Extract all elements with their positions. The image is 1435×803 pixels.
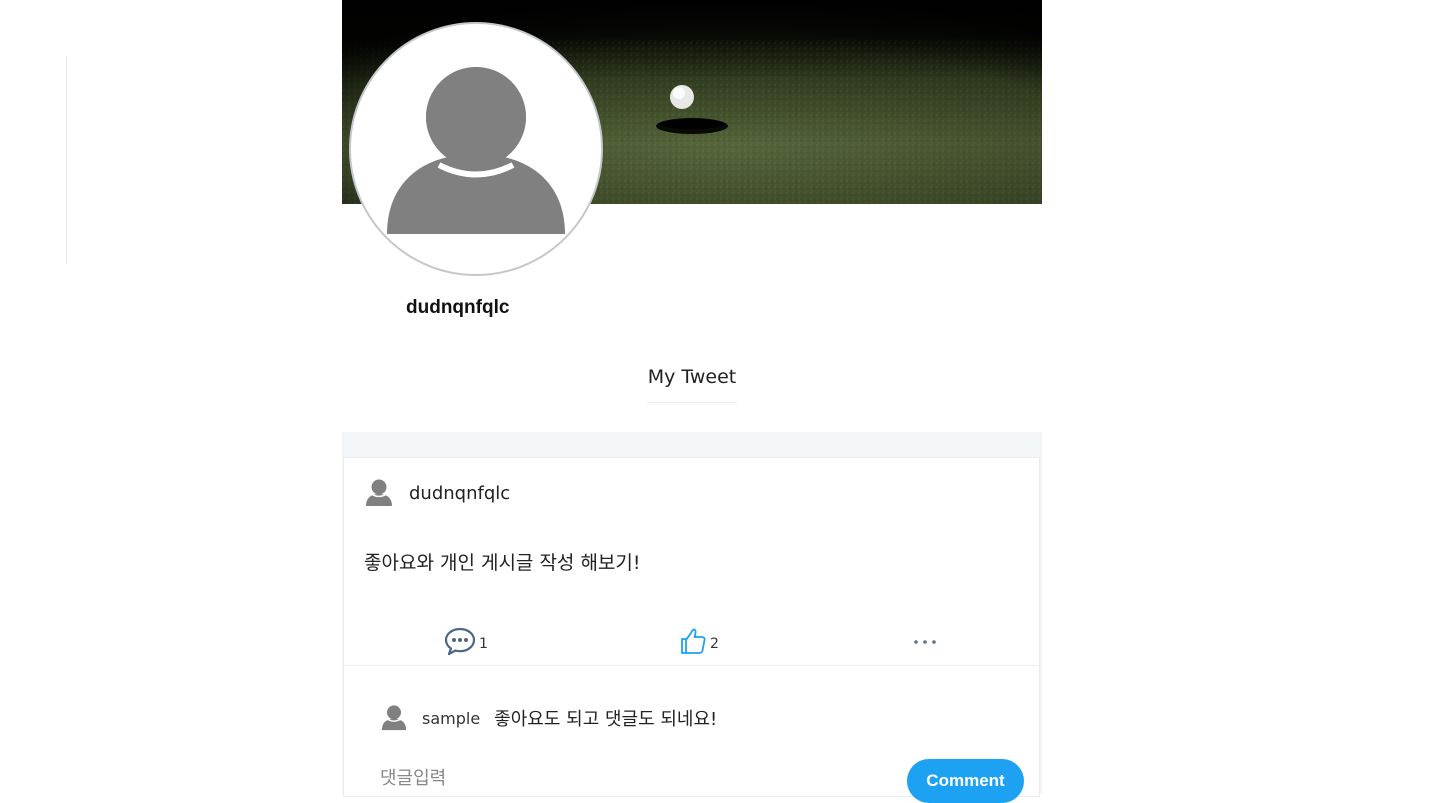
thumbs-up-icon xyxy=(681,628,706,654)
comment-action-button[interactable]: 1 xyxy=(444,621,488,661)
actions-divider xyxy=(344,665,1041,666)
comment-submit-button[interactable]: Comment xyxy=(907,759,1024,803)
tweet-text: 좋아요와 개인 게시글 작성 해보기! xyxy=(364,552,641,574)
tweet-header: dudnqnfqlc xyxy=(364,478,510,508)
tab-my-tweet[interactable]: My Tweet xyxy=(647,366,737,403)
more-dots-icon xyxy=(914,640,936,644)
comment-item: sample 좋아요도 되고 댓글도 되네요! xyxy=(380,701,717,735)
commenter-avatar-icon[interactable] xyxy=(380,704,408,732)
user-silhouette-icon xyxy=(387,61,565,234)
more-options-button[interactable] xyxy=(913,621,937,661)
like-action-button[interactable]: 2 xyxy=(679,621,719,661)
tweet-actions: 1 2 xyxy=(344,621,1041,661)
left-divider xyxy=(66,56,67,264)
like-count: 2 xyxy=(710,636,719,652)
profile-username: dudnqnfqlc xyxy=(406,297,510,318)
comment-input[interactable] xyxy=(380,763,780,793)
user-avatar-icon[interactable] xyxy=(364,478,394,508)
comment-text: 좋아요도 되고 댓글도 되네요! xyxy=(494,709,718,730)
comment-username[interactable]: sample xyxy=(422,709,480,728)
comment-bubble-icon xyxy=(444,627,476,656)
comment-count: 1 xyxy=(479,636,488,652)
profile-main: dudnqnfqlc My Tweet dudnqnfqlc 좋아요와 개인 게… xyxy=(342,0,1042,803)
tweet-author[interactable]: dudnqnfqlc xyxy=(409,483,510,504)
profile-avatar[interactable] xyxy=(349,22,603,276)
tweet-card: dudnqnfqlc 좋아요와 개인 게시글 작성 해보기! 1 2 sampl… xyxy=(343,457,1041,803)
